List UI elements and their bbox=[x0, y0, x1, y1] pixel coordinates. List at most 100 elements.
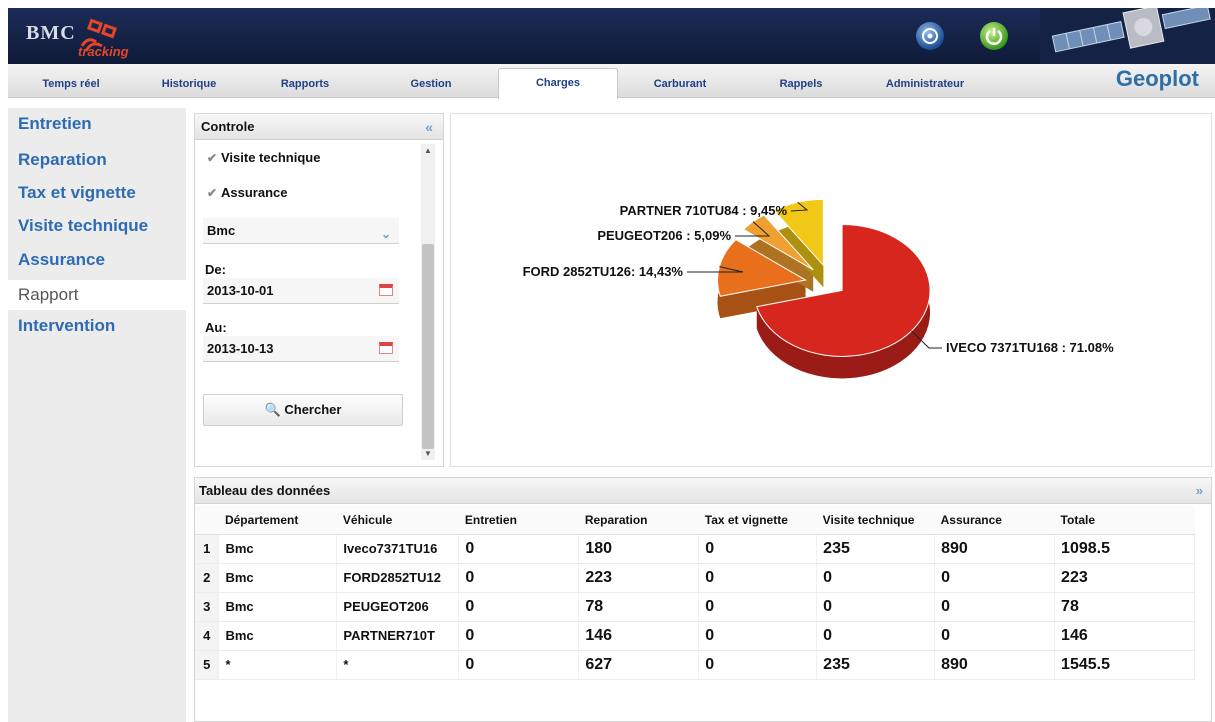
pie-slices bbox=[717, 198, 931, 357]
department-value: Bmc bbox=[207, 223, 236, 238]
pie-slice-label: PARTNER 710TU84 : 9,45% bbox=[620, 203, 788, 218]
sidebar-item-rapport[interactable]: Rapport bbox=[8, 280, 186, 310]
table-row[interactable]: 3 Bmc PEUGEOT206 0 78 0 0 0 78 bbox=[195, 592, 1195, 622]
table-row[interactable]: 4 Bmc PARTNER710T 0 146 0 0 0 146 bbox=[195, 621, 1195, 651]
sidebar-item-reparation[interactable]: Reparation bbox=[18, 150, 107, 170]
cell-reparation: 78 bbox=[578, 592, 700, 622]
tab-rapports[interactable]: Rapports bbox=[270, 70, 340, 98]
pie-slice-label: PEUGEOT206 : 5,09% bbox=[597, 228, 731, 243]
column-header[interactable]: Visite technique bbox=[816, 506, 935, 535]
cell-visite-technique: 235 bbox=[816, 534, 936, 564]
pie-slice-label: IVECO 7371TU168 : 71.08% bbox=[946, 340, 1114, 355]
expand-down-icon[interactable]: » bbox=[1196, 478, 1203, 504]
tab-carburant[interactable]: Carburant bbox=[640, 70, 720, 98]
sidebar-item-assurance[interactable]: Assurance bbox=[18, 250, 105, 270]
chevron-down-icon: ⌄ bbox=[380, 227, 391, 241]
tab-charges[interactable]: Charges bbox=[498, 68, 618, 99]
controle-scrollbar[interactable]: ▲ ▼ bbox=[421, 144, 435, 460]
row-index: 1 bbox=[195, 534, 220, 564]
column-header[interactable]: Assurance bbox=[934, 506, 1055, 535]
cell-department: * bbox=[218, 650, 338, 680]
to-date-value: 2013-10-13 bbox=[207, 341, 274, 356]
tab-administrateur[interactable]: Administrateur bbox=[870, 70, 980, 98]
table-row[interactable]: 5 * * 0 627 0 235 890 1545.5 bbox=[195, 650, 1195, 680]
checkbox-label: Visite technique bbox=[221, 150, 321, 165]
sidebar-item-tax-et-vignette[interactable]: Tax et vignette bbox=[18, 183, 136, 203]
scroll-up-icon[interactable]: ▲ bbox=[424, 146, 432, 155]
from-date-input[interactable]: 2013-10-01 bbox=[203, 278, 399, 304]
pie-slice-label: FORD 2852TU126: 14,43% bbox=[523, 264, 684, 279]
cell-assurance: 890 bbox=[934, 650, 1056, 680]
cell-department: Bmc bbox=[218, 592, 338, 622]
column-header[interactable]: Totale bbox=[1054, 506, 1195, 535]
cell-department: Bmc bbox=[218, 621, 338, 651]
cell-vehicle: PEUGEOT206 bbox=[336, 592, 460, 622]
cell-department: Bmc bbox=[218, 534, 338, 564]
table-header-row: Département Véhicule Entretien Reparatio… bbox=[195, 506, 1195, 535]
cell-tax-vignette: 0 bbox=[698, 563, 818, 593]
logo-subtext: tracking bbox=[78, 44, 129, 59]
scroll-thumb[interactable] bbox=[422, 244, 434, 449]
cell-tax-vignette: 0 bbox=[698, 650, 818, 680]
cell-visite-technique: 0 bbox=[816, 563, 936, 593]
controle-panel: Controle « ✔ Visite technique ✔ Assurance … bbox=[194, 113, 444, 467]
tab-label: Rapports bbox=[280, 78, 330, 90]
search-icon: 🔍 bbox=[264, 402, 281, 417]
checkbox-assurance[interactable]: ✔ Assurance bbox=[207, 185, 287, 200]
calendar-icon[interactable] bbox=[379, 284, 393, 296]
column-header[interactable]: Tax et vignette bbox=[698, 506, 817, 535]
pie-chart: IVECO 7371TU168 : 71.08% FORD 2852TU126: … bbox=[523, 198, 1114, 379]
cell-visite-technique: 0 bbox=[816, 592, 936, 622]
cell-assurance: 0 bbox=[934, 563, 1056, 593]
department-select[interactable]: Bmc ⌄ bbox=[203, 218, 399, 244]
tab-gestion[interactable]: Gestion bbox=[400, 70, 462, 98]
row-index: 5 bbox=[195, 650, 220, 680]
sidebar: Entretien Reparation Tax et vignette Vis… bbox=[8, 108, 186, 722]
checkbox-visite-technique[interactable]: ✔ Visite technique bbox=[207, 150, 320, 165]
tab-label: Historique bbox=[161, 78, 217, 90]
cell-visite-technique: 235 bbox=[816, 650, 936, 680]
column-header[interactable]: Reparation bbox=[578, 506, 699, 535]
table-row[interactable]: 1 Bmc Iveco7371TU16 0 180 0 235 890 1098… bbox=[195, 534, 1195, 564]
power-button[interactable] bbox=[980, 22, 1008, 50]
tab-rappels[interactable]: Rappels bbox=[770, 70, 832, 98]
tab-temps-reel[interactable]: Temps réel bbox=[26, 70, 116, 98]
column-header[interactable]: Département bbox=[218, 506, 337, 535]
cell-totale: 223 bbox=[1054, 563, 1195, 593]
scroll-down-icon[interactable]: ▼ bbox=[424, 449, 432, 458]
column-header[interactable]: Véhicule bbox=[336, 506, 459, 535]
sidebar-item-entretien[interactable]: Entretien bbox=[18, 114, 92, 134]
app-window: BMC tracking Temps réel Historique Rappo… bbox=[0, 0, 1215, 722]
calendar-icon[interactable] bbox=[379, 342, 393, 354]
row-index: 3 bbox=[195, 592, 220, 622]
cell-entretien: 0 bbox=[458, 534, 580, 564]
cell-totale: 78 bbox=[1054, 592, 1195, 622]
cell-entretien: 0 bbox=[458, 592, 580, 622]
cell-entretien: 0 bbox=[458, 563, 580, 593]
table-row[interactable]: 2 Bmc FORD2852TU12 0 223 0 0 0 223 bbox=[195, 563, 1195, 593]
tab-historique[interactable]: Historique bbox=[154, 70, 224, 98]
compass-icon bbox=[922, 28, 938, 44]
cell-entretien: 0 bbox=[458, 621, 580, 651]
satellite-image bbox=[1040, 8, 1215, 64]
cell-tax-vignette: 0 bbox=[698, 592, 818, 622]
cell-tax-vignette: 0 bbox=[698, 621, 818, 651]
controle-title: Controle bbox=[201, 119, 255, 134]
checkmark-icon: ✔ bbox=[207, 151, 218, 165]
collapse-left-icon[interactable]: « bbox=[425, 114, 433, 140]
tab-label: Rappels bbox=[779, 78, 823, 90]
to-date-input[interactable]: 2013-10-13 bbox=[203, 336, 399, 362]
cell-assurance: 0 bbox=[934, 621, 1056, 651]
cell-department: Bmc bbox=[218, 563, 338, 593]
column-header[interactable]: Entretien bbox=[458, 506, 579, 535]
row-index: 2 bbox=[195, 563, 220, 593]
sidebar-item-intervention[interactable]: Intervention bbox=[18, 316, 115, 336]
cell-vehicle: FORD2852TU12 bbox=[336, 563, 460, 593]
search-button[interactable]: 🔍 Chercher bbox=[203, 394, 403, 426]
sidebar-item-visite-technique[interactable]: Visite technique bbox=[18, 216, 148, 236]
navigation-button[interactable] bbox=[916, 22, 944, 50]
cell-vehicle: Iveco7371TU16 bbox=[336, 534, 460, 564]
cell-visite-technique: 0 bbox=[816, 621, 936, 651]
data-table-panel: Tableau des données » Département Véhicu… bbox=[194, 477, 1212, 722]
cell-reparation: 180 bbox=[578, 534, 700, 564]
